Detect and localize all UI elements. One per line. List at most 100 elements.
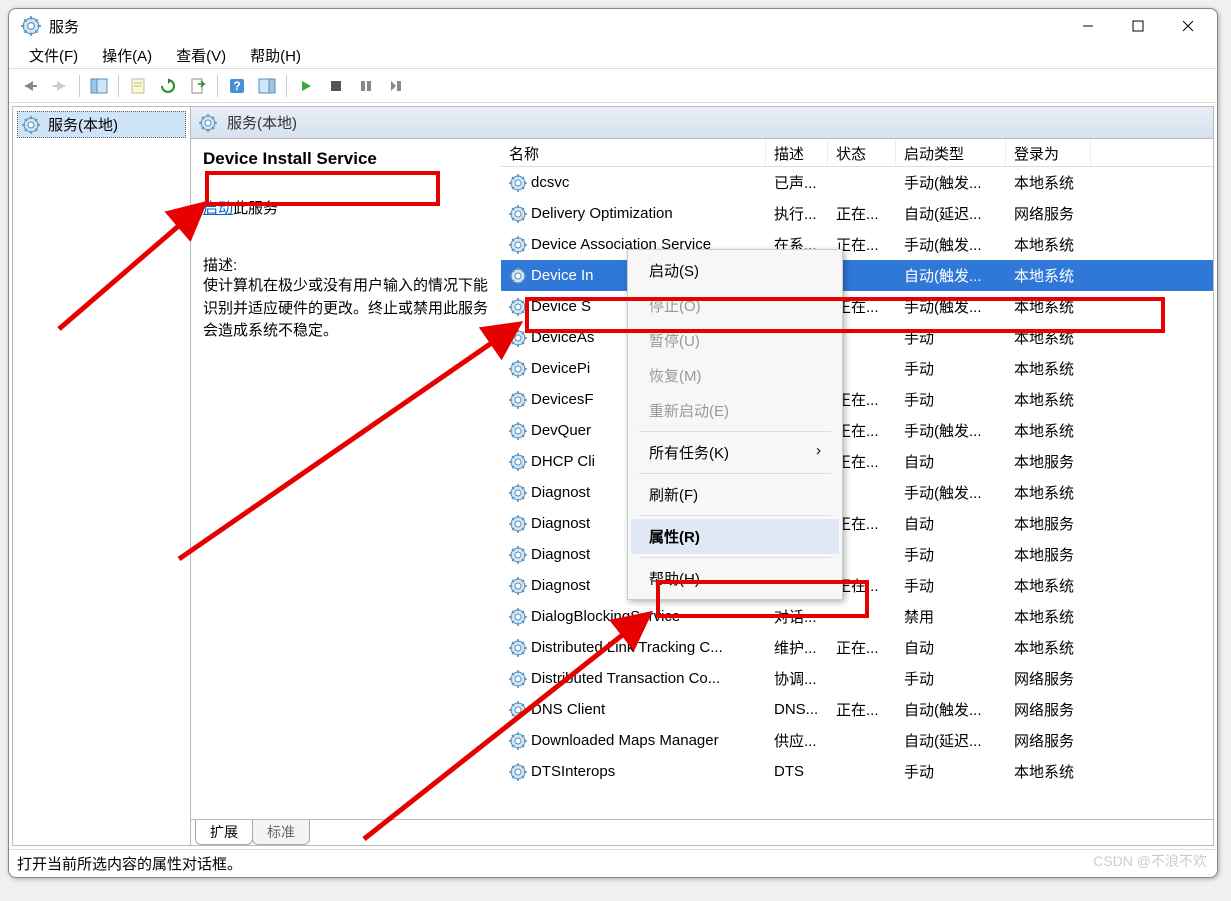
svg-text:?: ?: [233, 79, 240, 93]
help-toolbar-button[interactable]: ?: [224, 73, 250, 99]
cell-logon: 本地系统: [1006, 265, 1091, 286]
cell-desc: 维护...: [766, 637, 828, 658]
service-row[interactable]: Diagnost正在...自动本地服务: [501, 508, 1213, 539]
service-title: Device Install Service: [203, 149, 489, 169]
maximize-button[interactable]: [1113, 9, 1163, 43]
ctx-properties[interactable]: 属性(R): [631, 519, 839, 554]
gear-icon: [509, 174, 527, 192]
service-row[interactable]: DTSInteropsDTS手动本地系统: [501, 756, 1213, 787]
service-row[interactable]: DevicesF正在...手动本地系统: [501, 384, 1213, 415]
services-window: 服务 文件(F) 操作(A) 查看(V) 帮助(H) ?: [8, 8, 1218, 878]
service-row[interactable]: Diagnost正在...手动本地系统: [501, 570, 1213, 601]
nav-back-button[interactable]: [17, 73, 43, 99]
cell-name: Diagnost: [531, 546, 590, 563]
gear-icon: [509, 670, 527, 688]
menu-action[interactable]: 操作(A): [90, 43, 164, 68]
tree-item-services-local[interactable]: 服务(本地): [17, 111, 186, 138]
start-service-button[interactable]: [293, 73, 319, 99]
service-row[interactable]: DevQuer正在...手动(触发...本地系统: [501, 415, 1213, 446]
arrow-left-icon: [21, 79, 39, 93]
minimize-button[interactable]: [1063, 9, 1113, 43]
gear-icon: [509, 701, 527, 719]
column-description[interactable]: 描述: [766, 139, 828, 166]
menu-view[interactable]: 查看(V): [164, 43, 238, 68]
column-startup-type[interactable]: 启动类型: [896, 139, 1006, 166]
menu-file[interactable]: 文件(F): [17, 43, 90, 68]
cell-desc: DTS: [766, 763, 828, 780]
description-label: 描述:: [203, 254, 489, 275]
pause-service-button[interactable]: [353, 73, 379, 99]
service-row[interactable]: Downloaded Maps Manager供应...自动(延迟...网络服务: [501, 725, 1213, 756]
service-row[interactable]: dcsvc已声...手动(触发...本地系统: [501, 167, 1213, 198]
context-menu: 启动(S) 停止(O) 暂停(U) 恢复(M) 重新启动(E) 所有任务(K)›…: [627, 249, 843, 600]
gear-icon: [22, 116, 40, 134]
cell-logon: 网络服务: [1006, 203, 1091, 224]
service-row[interactable]: Device S正在...手动(触发...本地系统: [501, 291, 1213, 322]
stop-service-button[interactable]: [323, 73, 349, 99]
export-toolbar-button[interactable]: [185, 73, 211, 99]
services-list: 名称 描述 状态 启动类型 登录为 dcsvc已声...手动(触发...本地系统…: [501, 139, 1213, 819]
main-body: Device Install Service 启动此服务 描述: 使计算机在极少…: [191, 139, 1213, 819]
ctx-sep: [639, 515, 831, 516]
cell-name: DevicePi: [531, 360, 590, 377]
panel-icon: [90, 78, 108, 94]
ctx-refresh[interactable]: 刷新(F): [631, 477, 839, 512]
cell-start: 自动(延迟...: [896, 730, 1006, 751]
service-row[interactable]: Delivery Optimization执行...正在...自动(延迟...网…: [501, 198, 1213, 229]
ctx-all-tasks[interactable]: 所有任务(K)›: [631, 435, 839, 470]
properties-icon: [130, 78, 146, 94]
refresh-toolbar-button[interactable]: [155, 73, 181, 99]
cell-logon: 网络服务: [1006, 668, 1091, 689]
column-name[interactable]: 名称: [501, 139, 766, 166]
service-row[interactable]: DNS ClientDNS...正在...自动(触发...网络服务: [501, 694, 1213, 725]
cell-desc: 协调...: [766, 668, 828, 689]
service-row[interactable]: DevicePi手动本地系统: [501, 353, 1213, 384]
service-row[interactable]: Distributed Link Tracking C... 维护...正在...…: [501, 632, 1213, 663]
help-icon: ?: [229, 78, 245, 94]
service-row[interactable]: Device In自动(触发...本地系统: [501, 260, 1213, 291]
cell-start: 手动: [896, 668, 1006, 689]
gear-icon: [509, 484, 527, 502]
gear-icon: [199, 114, 217, 132]
cell-start: 手动(触发...: [896, 420, 1006, 441]
show-hide-tree-button[interactable]: [86, 73, 112, 99]
ctx-start[interactable]: 启动(S): [631, 253, 839, 288]
service-row[interactable]: DialogBlockingService对话...禁用本地系统: [501, 601, 1213, 632]
close-button[interactable]: [1163, 9, 1213, 43]
service-row[interactable]: DHCP Cli正在...自动本地服务: [501, 446, 1213, 477]
tab-extended[interactable]: 扩展: [195, 820, 253, 845]
cell-name: Distributed Link Tracking C...: [531, 639, 723, 656]
cell-logon: 网络服务: [1006, 699, 1091, 720]
service-row[interactable]: Device Association Service在系...正在...手动(触…: [501, 229, 1213, 260]
cell-logon: 本地系统: [1006, 296, 1091, 317]
start-link[interactable]: 启动: [203, 200, 233, 217]
arrow-right-icon: [51, 79, 69, 93]
restart-service-button[interactable]: [383, 73, 409, 99]
cell-start: 手动: [896, 761, 1006, 782]
service-row[interactable]: Diagnost手动(触发...本地系统: [501, 477, 1213, 508]
column-logon-as[interactable]: 登录为: [1006, 139, 1091, 166]
service-row[interactable]: Diagnost手动本地服务: [501, 539, 1213, 570]
tab-standard[interactable]: 标准: [252, 820, 310, 845]
gear-icon: [509, 205, 527, 223]
column-status[interactable]: 状态: [828, 139, 896, 166]
ctx-pause: 暂停(U): [631, 323, 839, 358]
cell-desc: 对话...: [766, 606, 828, 627]
service-row[interactable]: Distributed Transaction Co... 协调... 手动网络服务: [501, 663, 1213, 694]
cell-name: Distributed Transaction Co...: [531, 670, 720, 687]
ctx-sep: [639, 431, 831, 432]
menu-help[interactable]: 帮助(H): [238, 43, 313, 68]
properties-toolbar-button[interactable]: [125, 73, 151, 99]
gear-icon: [509, 391, 527, 409]
cell-state: 正在...: [828, 637, 896, 658]
nav-forward-button[interactable]: [47, 73, 73, 99]
cell-logon: 本地服务: [1006, 544, 1091, 565]
restart-icon: [389, 80, 403, 92]
service-row[interactable]: DeviceAs手动本地系统: [501, 322, 1213, 353]
gear-icon: [509, 267, 527, 285]
cell-desc: DNS...: [766, 701, 828, 718]
cell-name: DialogBlockingService: [531, 608, 680, 625]
ctx-help[interactable]: 帮助(H): [631, 561, 839, 596]
show-hide-action-button[interactable]: [254, 73, 280, 99]
cell-logon: 本地系统: [1006, 575, 1091, 596]
